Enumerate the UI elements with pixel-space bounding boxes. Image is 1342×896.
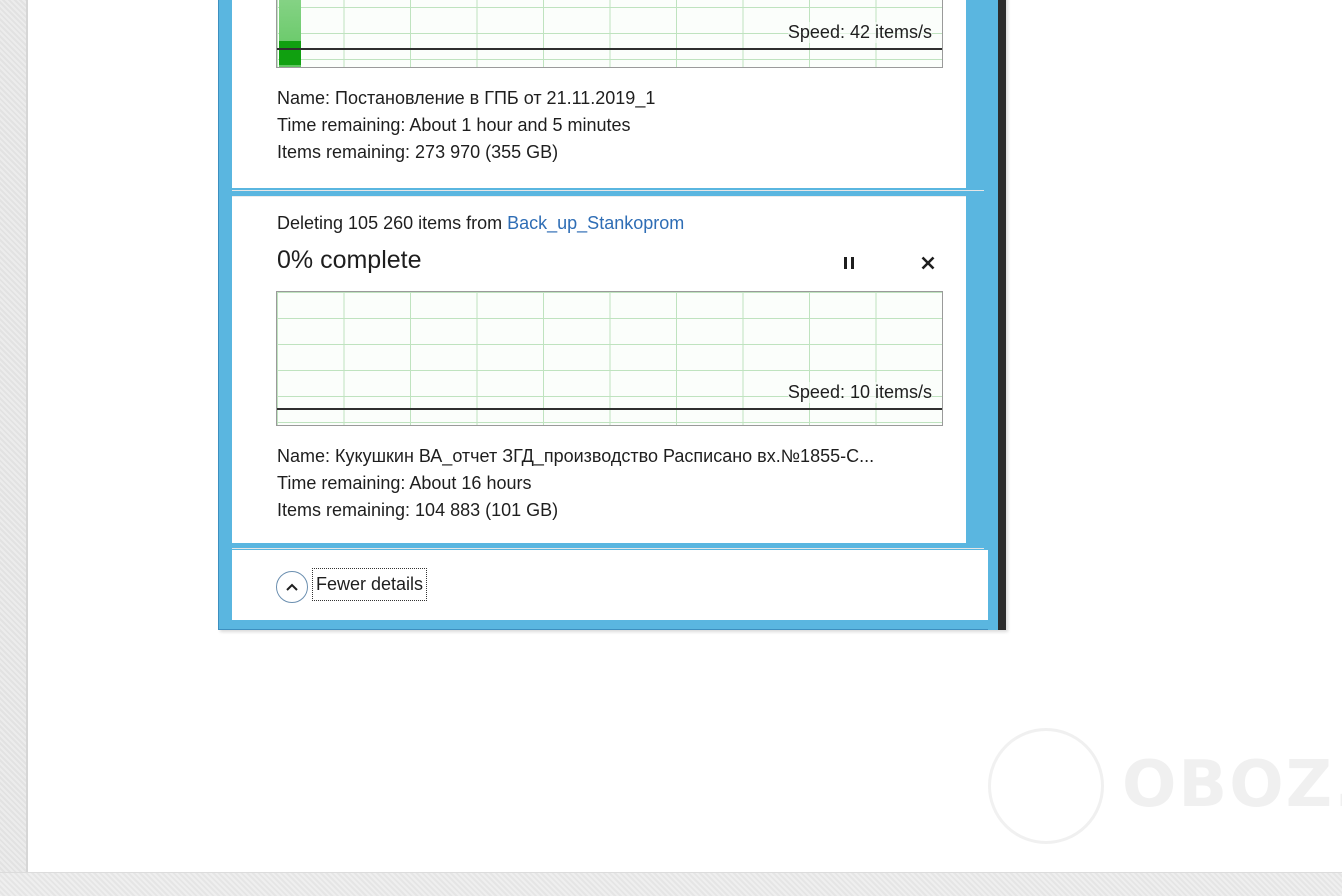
watermark: OBOZ.UA xyxy=(988,728,1342,850)
operation-2-target-link[interactable]: Back_up_Stankoprom xyxy=(507,213,684,233)
footer-divider xyxy=(232,548,984,549)
operation-divider xyxy=(232,190,984,191)
operation-1-speed-graph: Speed: 42 items/s xyxy=(276,0,943,68)
pause-button[interactable] xyxy=(836,250,862,276)
operation-2-title: Deleting 105 260 items from Back_up_Stan… xyxy=(277,213,684,234)
chevron-up-icon xyxy=(286,583,298,591)
operation-1-items-remaining: Items remaining: 273 970 (355 GB) xyxy=(277,142,559,162)
pause-icon xyxy=(842,257,856,269)
operation-1-name: Name: Постановление в ГПБ от 21.11.2019_… xyxy=(277,88,656,108)
operation-2-speed-graph: Speed: 10 items/s xyxy=(276,291,943,426)
operation-2-percent-complete: 0% complete xyxy=(277,246,422,274)
operation-2-items-remaining: Items remaining: 104 883 (101 GB) xyxy=(277,500,559,520)
operation-1-progress-marker xyxy=(279,41,301,65)
close-icon xyxy=(921,256,935,270)
globe-icon xyxy=(988,728,1104,844)
dialog-right-border xyxy=(988,0,1006,630)
page-bottom-margin xyxy=(0,872,1342,896)
cancel-button[interactable] xyxy=(915,250,941,276)
page-left-margin xyxy=(0,0,28,872)
operation-2-time-remaining: Time remaining: About 16 hours xyxy=(277,473,532,493)
collapse-details-button[interactable] xyxy=(276,571,308,603)
watermark-text: OBOZ.UA xyxy=(1122,748,1342,822)
fewer-details-button[interactable]: Fewer details xyxy=(311,568,428,601)
operation-2-speed: Speed: 10 items/s xyxy=(787,382,932,403)
operation-2-name: Name: Кукушкин ВА_отчет ЗГД_производство… xyxy=(277,446,875,466)
graph-baseline xyxy=(277,408,942,410)
operation-1-speed: Speed: 42 items/s xyxy=(787,22,932,43)
operation-2-deleting-text: Deleting 105 260 items from xyxy=(277,213,508,233)
operation-1-time-remaining: Time remaining: About 1 hour and 5 minut… xyxy=(277,115,631,135)
graph-baseline xyxy=(277,48,942,50)
